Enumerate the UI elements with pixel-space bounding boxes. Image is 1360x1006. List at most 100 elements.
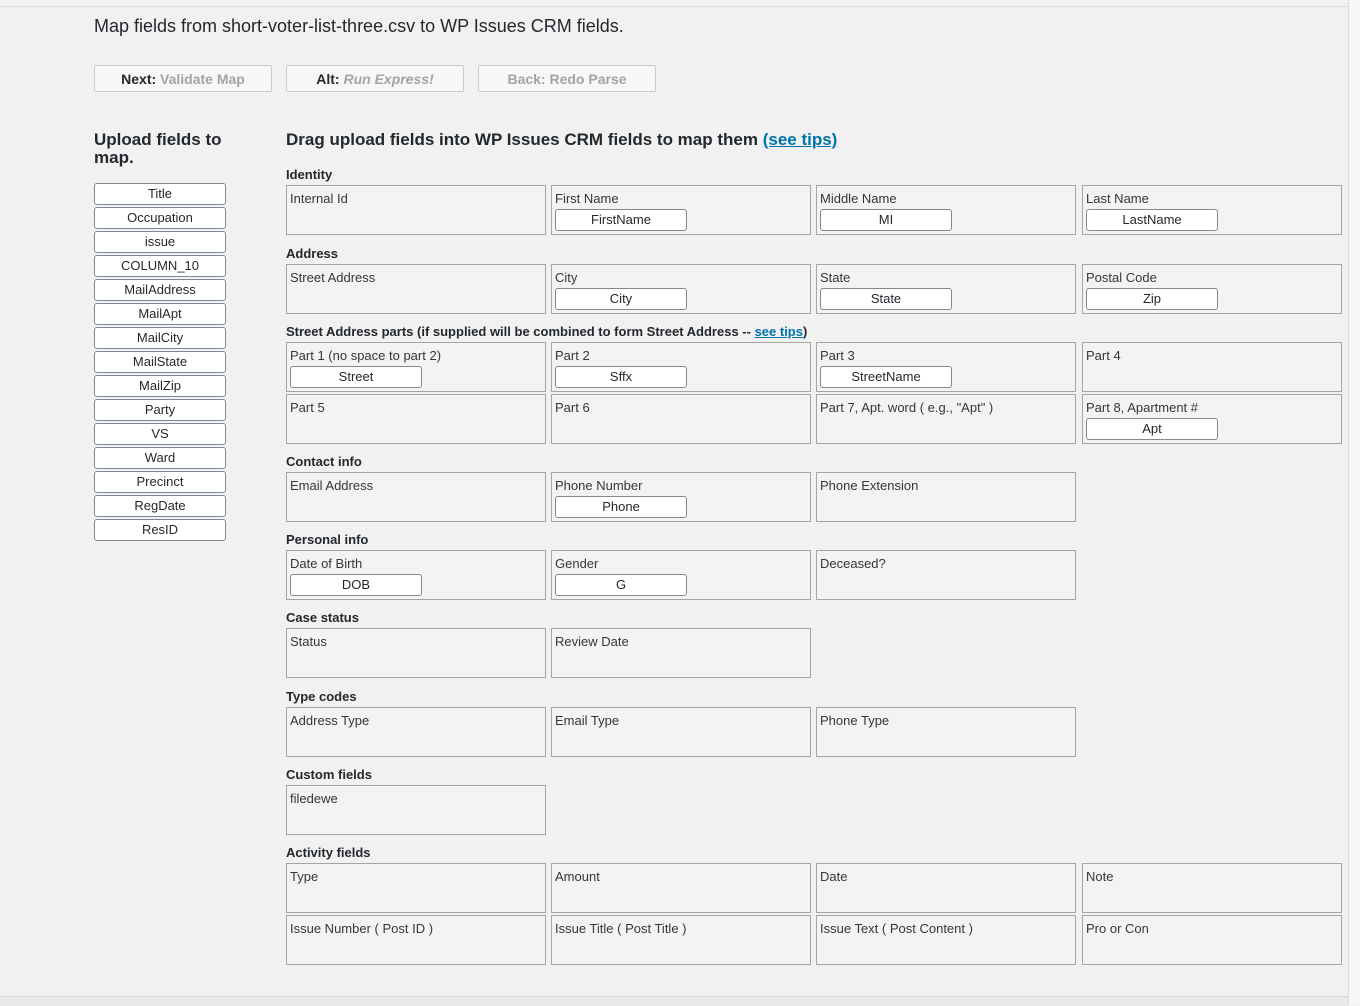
- field-phone-type[interactable]: Phone Type: [816, 707, 1076, 757]
- upload-field-mailzip[interactable]: MailZip: [94, 375, 226, 397]
- upload-field-mailaddress[interactable]: MailAddress: [94, 279, 226, 301]
- section-contact: Contact info: [286, 454, 362, 469]
- alt-prefix: Alt:: [316, 71, 340, 87]
- field-email-address[interactable]: Email Address: [286, 472, 546, 522]
- field-internal-id[interactable]: Internal Id: [286, 185, 546, 235]
- field-label: Deceased?: [820, 556, 886, 571]
- mapped-chip-lastname[interactable]: LastName: [1086, 209, 1218, 231]
- mapped-chip-apt[interactable]: Apt: [1086, 418, 1218, 440]
- upload-field-mailapt[interactable]: MailApt: [94, 303, 226, 325]
- field-last-name[interactable]: Last Name LastName: [1082, 185, 1342, 235]
- upload-field-mailcity[interactable]: MailCity: [94, 327, 226, 349]
- field-email-type[interactable]: Email Type: [551, 707, 811, 757]
- mapped-chip-city[interactable]: City: [555, 288, 687, 310]
- upload-fields-title: Upload fields to map.: [94, 130, 222, 167]
- field-status[interactable]: Status: [286, 628, 546, 678]
- field-activity-type[interactable]: Type: [286, 863, 546, 913]
- mapped-chip-sffx[interactable]: Sffx: [555, 366, 687, 388]
- upload-field-regdate[interactable]: RegDate: [94, 495, 226, 517]
- mapped-chip-g[interactable]: G: [555, 574, 687, 596]
- field-deceased[interactable]: Deceased?: [816, 550, 1076, 600]
- field-part-1[interactable]: Part 1 (no space to part 2) Street: [286, 342, 546, 392]
- field-filedewe[interactable]: filedewe: [286, 785, 546, 835]
- upload-field-issue[interactable]: issue: [94, 231, 226, 253]
- field-label: Issue Number ( Post ID ): [290, 921, 434, 936]
- street-parts-close: ): [802, 324, 808, 339]
- upload-field-column-10[interactable]: COLUMN_10: [94, 255, 226, 277]
- mapped-chip-state[interactable]: State: [820, 288, 952, 310]
- field-label: Part 3: [820, 348, 855, 363]
- field-label: Phone Type: [820, 713, 890, 728]
- field-part-6[interactable]: Part 6: [551, 394, 811, 444]
- field-label: Part 4: [1086, 348, 1121, 363]
- upload-field-resid[interactable]: ResID: [94, 519, 226, 541]
- upload-field-vs[interactable]: VS: [94, 423, 226, 445]
- field-part-8[interactable]: Part 8, Apartment # Apt: [1082, 394, 1342, 444]
- next-validate-map-button[interactable]: Next: Validate Map: [94, 65, 272, 92]
- field-label: Phone Extension: [820, 478, 919, 493]
- field-note[interactable]: Note: [1082, 863, 1342, 913]
- street-parts-see-tips-link[interactable]: see tips: [755, 324, 803, 339]
- alt-label: Run Express!: [343, 71, 434, 87]
- mapped-chip-phone[interactable]: Phone: [555, 496, 687, 518]
- field-label: Part 2: [555, 348, 590, 363]
- field-label: City: [555, 270, 578, 285]
- field-part-5[interactable]: Part 5: [286, 394, 546, 444]
- upload-field-ward[interactable]: Ward: [94, 447, 226, 469]
- field-label: State: [820, 270, 851, 285]
- field-label: Pro or Con: [1086, 921, 1149, 936]
- field-postal-code[interactable]: Postal Code Zip: [1082, 264, 1342, 314]
- field-label: Part 5: [290, 400, 325, 415]
- field-label: Part 6: [555, 400, 590, 415]
- mapped-chip-firstname[interactable]: FirstName: [555, 209, 687, 231]
- field-first-name[interactable]: First Name FirstName: [551, 185, 811, 235]
- mapped-chip-streetname[interactable]: StreetName: [820, 366, 952, 388]
- field-pro-or-con[interactable]: Pro or Con: [1082, 915, 1342, 965]
- field-label: Phone Number: [555, 478, 643, 493]
- back-label: Redo Parse: [549, 71, 627, 87]
- vertical-scrollbar[interactable]: [1348, 0, 1360, 1005]
- field-activity-date[interactable]: Date: [816, 863, 1076, 913]
- field-label: Gender: [555, 556, 599, 571]
- mapped-chip-dob[interactable]: DOB: [290, 574, 422, 596]
- field-label: Last Name: [1086, 191, 1149, 206]
- field-phone-number[interactable]: Phone Number Phone: [551, 472, 811, 522]
- field-street-address[interactable]: Street Address: [286, 264, 546, 314]
- upload-field-mailstate[interactable]: MailState: [94, 351, 226, 373]
- field-label: Status: [290, 634, 327, 649]
- field-issue-title[interactable]: Issue Title ( Post Title ): [551, 915, 811, 965]
- field-issue-text[interactable]: Issue Text ( Post Content ): [816, 915, 1076, 965]
- upload-field-party[interactable]: Party: [94, 399, 226, 421]
- see-tips-link[interactable]: (see tips): [763, 130, 838, 149]
- section-case-status: Case status: [286, 610, 359, 625]
- field-part-2[interactable]: Part 2 Sffx: [551, 342, 811, 392]
- field-phone-extension[interactable]: Phone Extension: [816, 472, 1076, 522]
- field-label: filedewe: [290, 791, 338, 806]
- mapped-chip-street[interactable]: Street: [290, 366, 422, 388]
- upload-field-precinct[interactable]: Precinct: [94, 471, 226, 493]
- mapped-chip-mi[interactable]: MI: [820, 209, 952, 231]
- field-address-type[interactable]: Address Type: [286, 707, 546, 757]
- field-part-7[interactable]: Part 7, Apt. word ( e.g., "Apt" ): [816, 394, 1076, 444]
- field-part-4[interactable]: Part 4: [1082, 342, 1342, 392]
- field-amount[interactable]: Amount: [551, 863, 811, 913]
- field-label: Part 8, Apartment #: [1086, 400, 1199, 415]
- upload-field-occupation[interactable]: Occupation: [94, 207, 226, 229]
- field-issue-number[interactable]: Issue Number ( Post ID ): [286, 915, 546, 965]
- field-city[interactable]: City City: [551, 264, 811, 314]
- field-label: Email Address: [290, 478, 374, 493]
- back-redo-parse-button[interactable]: Back: Redo Parse: [478, 65, 656, 92]
- field-state[interactable]: State State: [816, 264, 1076, 314]
- next-label: Validate Map: [160, 71, 245, 87]
- alt-run-express-button[interactable]: Alt: Run Express!: [286, 65, 464, 92]
- field-review-date[interactable]: Review Date: [551, 628, 811, 678]
- section-street-parts: Street Address parts (if supplied will b…: [286, 324, 807, 339]
- top-frame-border: [0, 0, 1348, 7]
- field-middle-name[interactable]: Middle Name MI: [816, 185, 1076, 235]
- upload-field-title[interactable]: Title: [94, 183, 226, 205]
- field-part-3[interactable]: Part 3 StreetName: [816, 342, 1076, 392]
- mapped-chip-zip[interactable]: Zip: [1086, 288, 1218, 310]
- field-date-of-birth[interactable]: Date of Birth DOB: [286, 550, 546, 600]
- field-label: Issue Text ( Post Content ): [820, 921, 973, 936]
- field-gender[interactable]: Gender G: [551, 550, 811, 600]
